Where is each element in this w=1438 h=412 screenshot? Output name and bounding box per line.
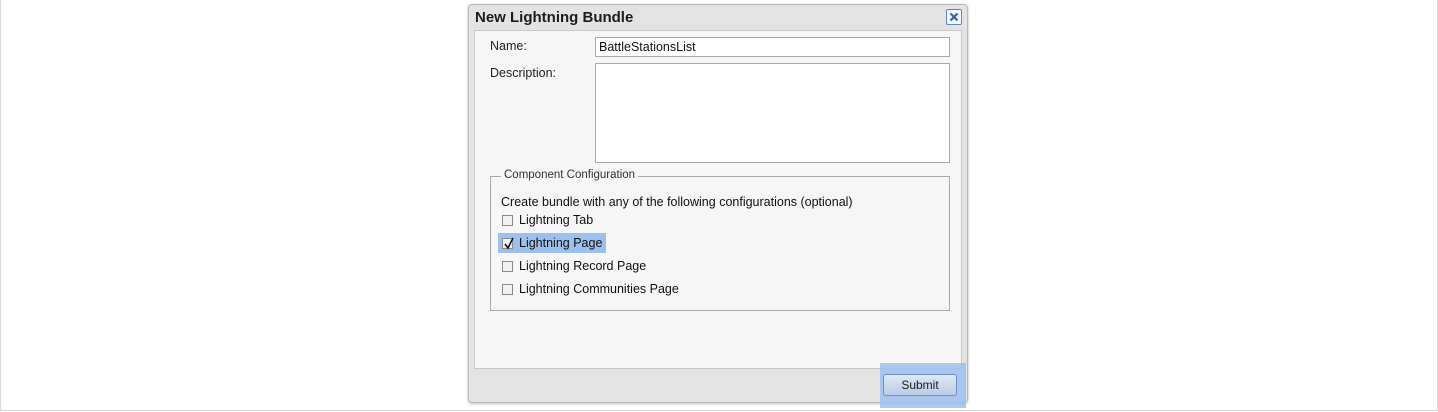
checkbox-label: Lightning Communities Page (519, 282, 679, 296)
checkbox-lightning-tab[interactable]: Lightning Tab (498, 210, 597, 230)
name-label: Name: (490, 39, 527, 53)
dialog-body: Name: Description: Component Configurati… (474, 30, 962, 369)
checkbox-box[interactable] (502, 260, 513, 272)
description-label: Description: (490, 66, 556, 80)
new-lightning-bundle-dialog: New Lightning Bundle Name: Description: … (468, 4, 968, 403)
component-configuration-legend: Component Configuration (501, 169, 639, 181)
checkbox-box-checked[interactable] (502, 237, 514, 250)
description-textarea[interactable] (595, 63, 950, 163)
dialog-title: New Lightning Bundle (475, 9, 634, 26)
checkmark-icon (504, 237, 514, 250)
checkbox-label: Lightning Page (519, 236, 603, 250)
submit-button[interactable]: Submit (883, 374, 957, 396)
close-icon (949, 12, 959, 22)
configuration-intro-text: Create bundle with any of the following … (501, 195, 853, 209)
checkbox-box[interactable] (502, 214, 513, 226)
close-button[interactable] (946, 9, 962, 25)
checkbox-lightning-page[interactable]: Lightning Page (498, 233, 607, 253)
checkbox-lightning-communities-page[interactable]: Lightning Communities Page (498, 279, 683, 299)
component-configuration-fieldset: Component Configuration Create bundle wi… (490, 169, 950, 311)
checkbox-lightning-record-page[interactable]: Lightning Record Page (498, 256, 650, 276)
checkbox-label: Lightning Tab (519, 213, 594, 227)
checkbox-box[interactable] (502, 283, 513, 295)
checkbox-label: Lightning Record Page (519, 259, 647, 273)
name-input[interactable] (595, 37, 950, 57)
